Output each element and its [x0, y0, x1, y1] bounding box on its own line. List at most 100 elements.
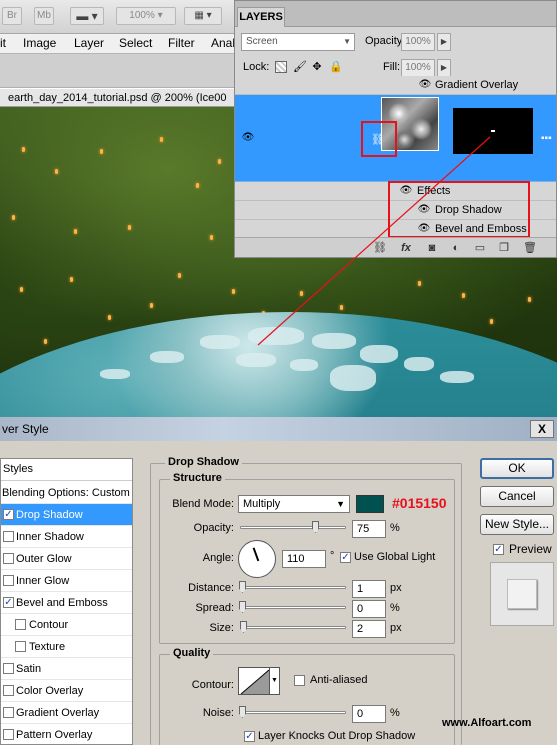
shadow-blend-mode-select[interactable]: Multiply ▼ [238, 495, 350, 513]
angle-dial-needle [252, 547, 260, 562]
style-item-gradient-overlay[interactable]: Gradient Overlay [1, 702, 132, 724]
size-slider-thumb[interactable] [240, 621, 247, 633]
lock-position-icon[interactable]: ✥ [311, 61, 323, 73]
style-item-bevel-and-emboss[interactable]: ✓ Bevel and Emboss [1, 592, 132, 614]
sparkle [210, 235, 213, 240]
view-extras-button[interactable]: ▬ ▾ [70, 7, 104, 25]
angle-dial[interactable] [238, 540, 276, 578]
bridge-button[interactable]: Br [2, 7, 22, 25]
arrange-documents-button[interactable]: ▦ ▾ [184, 7, 222, 25]
style-checkbox[interactable] [15, 641, 26, 652]
document-tab[interactable]: earth_day_2014_tutorial.psd @ 200% (Ice0… [0, 88, 234, 107]
add-mask-icon[interactable]: ◙ [425, 241, 439, 255]
opacity-slider-thumb[interactable] [312, 521, 319, 533]
opacity-slider[interactable] [240, 526, 346, 529]
size-input[interactable]: 2 [352, 620, 386, 638]
styles-list-header[interactable]: Styles [1, 459, 132, 481]
mini-bridge-button[interactable]: Mb [34, 7, 54, 25]
link-layers-icon[interactable]: ⛓ [373, 241, 387, 255]
section-title: Drop Shadow [165, 456, 242, 468]
opacity-slider-toggle[interactable]: ▶ [437, 33, 451, 51]
zoom-level-button[interactable]: 100% ▾ [116, 7, 176, 25]
distance-slider-thumb[interactable] [239, 581, 246, 593]
dialog-title-bar[interactable]: ver Style X [0, 417, 557, 441]
style-checkbox[interactable]: ✓ [3, 509, 14, 520]
style-item-pattern-overlay[interactable]: Pattern Overlay [1, 724, 132, 745]
effect-row-gradient-overlay[interactable]: 👁 Gradient Overlay [235, 76, 556, 95]
ice-patch [330, 365, 376, 391]
style-item-inner-shadow[interactable]: Inner Shadow [1, 526, 132, 548]
style-checkbox[interactable] [3, 685, 14, 696]
sparkle [22, 147, 25, 152]
style-checkbox[interactable] [15, 619, 26, 630]
style-checkbox[interactable] [3, 663, 14, 674]
fill-slider-toggle[interactable]: ▶ [437, 59, 451, 77]
lock-transparent-pixels-icon[interactable] [275, 61, 287, 73]
style-checkbox[interactable] [3, 531, 14, 542]
style-checkbox[interactable] [3, 553, 14, 564]
trash-icon[interactable]: 🗑 [523, 241, 537, 255]
eye-icon[interactable]: 👁 [241, 133, 255, 143]
fx-icon[interactable]: fx [399, 241, 413, 255]
layer-blend-mode-select[interactable]: Screen ▼ [241, 33, 355, 51]
menu-edit[interactable]: it [0, 36, 6, 50]
tab-layers[interactable]: LAYERS [237, 7, 285, 27]
style-item-outer-glow[interactable]: Outer Glow [1, 548, 132, 570]
layer-mask-thumbnail[interactable] [453, 108, 533, 154]
style-checkbox[interactable]: ✓ [3, 597, 14, 608]
distance-slider[interactable] [240, 586, 346, 589]
sparkle [70, 277, 73, 282]
menu-analysis[interactable]: Anal [211, 36, 235, 50]
opacity-input[interactable]: 75 [352, 520, 386, 538]
style-item-satin[interactable]: Satin [1, 658, 132, 680]
style-item-label: Color Overlay [16, 685, 84, 697]
menu-image[interactable]: Image [23, 36, 56, 50]
layer-fill-input[interactable]: 100% [401, 59, 435, 77]
lock-all-icon[interactable]: 🔒 [329, 61, 343, 73]
use-global-light-checkbox[interactable]: ✓ [340, 552, 351, 563]
style-checkbox[interactable] [3, 729, 14, 740]
layer-opacity-input[interactable]: 100% [401, 33, 435, 51]
contour-dropdown[interactable]: ▼ [270, 667, 280, 695]
ok-button[interactable]: OK [480, 458, 554, 479]
style-checkbox[interactable] [3, 575, 14, 586]
noise-slider[interactable] [240, 711, 346, 714]
eye-icon[interactable]: 👁 [418, 80, 432, 90]
spread-slider[interactable] [240, 606, 346, 609]
knocks-out-checkbox[interactable]: ✓ [244, 731, 255, 742]
menu-select[interactable]: Select [119, 36, 152, 50]
more-icon[interactable]: ▪▪▪ [541, 133, 552, 144]
style-item-texture[interactable]: Texture [1, 636, 132, 658]
new-layer-icon[interactable]: ❐ [497, 241, 511, 255]
noise-input[interactable]: 0 [352, 705, 386, 723]
contour-picker[interactable] [238, 667, 270, 695]
style-item-drop-shadow[interactable]: ✓ Drop Shadow [1, 504, 132, 526]
close-button[interactable]: X [530, 420, 554, 438]
angle-input[interactable]: 110 [282, 550, 326, 568]
new-group-icon[interactable]: ▭ [473, 241, 487, 255]
noise-slider-thumb[interactable] [239, 706, 246, 718]
style-checkbox[interactable] [3, 707, 14, 718]
sparkle [150, 303, 153, 308]
menu-filter[interactable]: Filter [168, 36, 195, 50]
anti-aliased-checkbox[interactable] [294, 675, 305, 686]
cancel-button[interactable]: Cancel [480, 486, 554, 507]
shadow-color-swatch[interactable] [356, 495, 384, 513]
style-item-contour[interactable]: Contour [1, 614, 132, 636]
style-item-color-overlay[interactable]: Color Overlay [1, 680, 132, 702]
lock-image-pixels-icon[interactable]: 🖌 [293, 61, 307, 73]
distance-input[interactable]: 1 [352, 580, 386, 598]
menu-layer[interactable]: Layer [74, 36, 104, 50]
view-extras-icon: ▬ ▾ [76, 9, 98, 23]
spread-input[interactable]: 0 [352, 600, 386, 618]
new-style-button[interactable]: New Style... [480, 514, 554, 535]
size-slider[interactable] [240, 626, 346, 629]
spread-slider-thumb[interactable] [239, 601, 246, 613]
adjustment-layer-icon[interactable]: ◐ [449, 241, 463, 255]
ice-patch [100, 369, 130, 379]
style-item-inner-glow[interactable]: Inner Glow [1, 570, 132, 592]
quality-group: Quality Contour: ▼ Anti-aliased Noise: 0… [159, 647, 455, 745]
blending-options-item[interactable]: Blending Options: Custom [1, 482, 132, 504]
style-item-label: Inner Shadow [16, 531, 84, 543]
preview-checkbox[interactable]: ✓ [493, 544, 504, 555]
